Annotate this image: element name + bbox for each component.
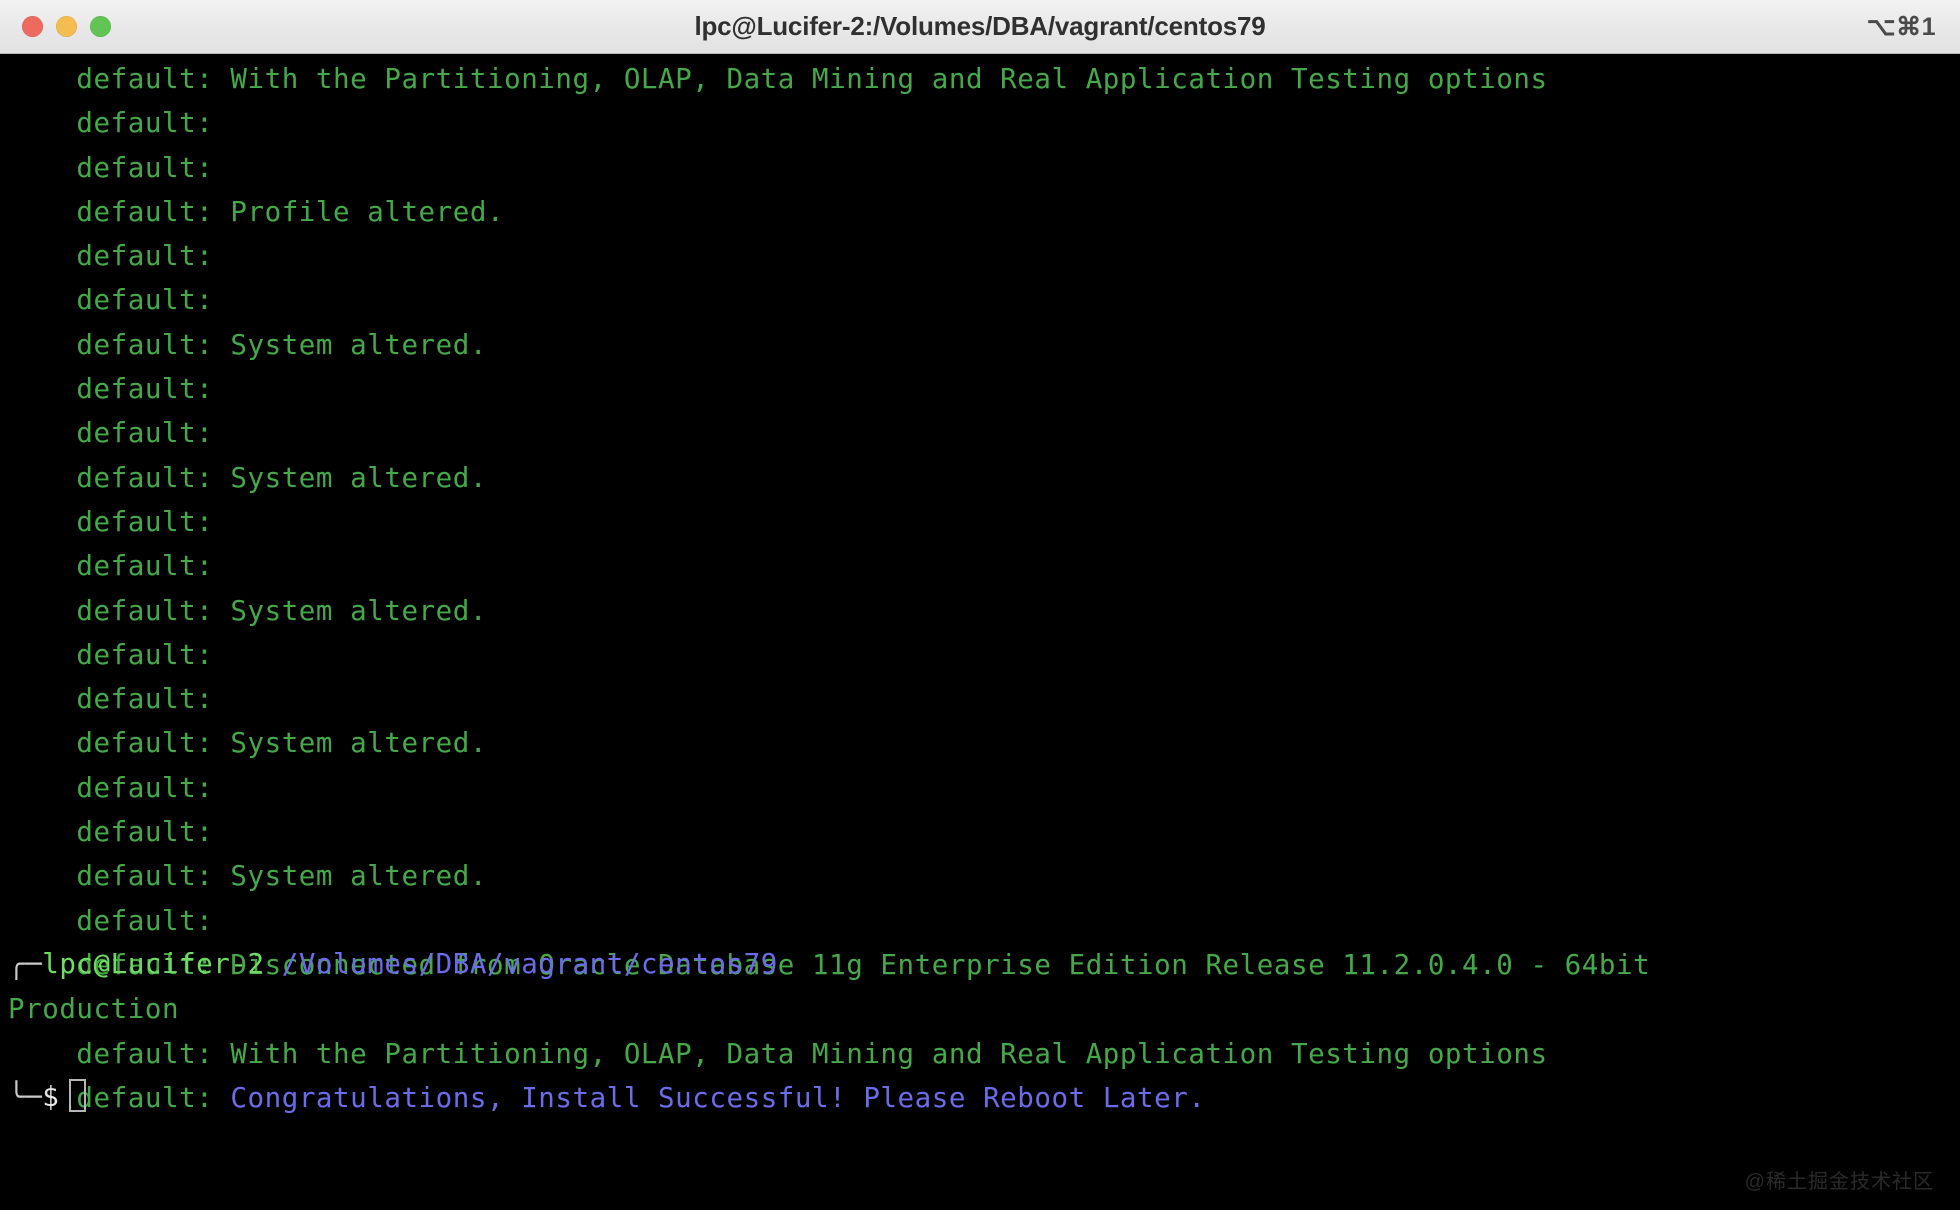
keyboard-shortcut-indicator: ⌥⌘1 [1866, 12, 1936, 41]
terminal-line: default: [8, 683, 214, 716]
prompt-top-rule-icon: ╭─ [8, 948, 43, 981]
prompt-path: /Volumes/DBA/vagrant/centos79 [281, 948, 778, 981]
terminal-output-area[interactable]: default: With the Partitioning, OLAP, Da… [0, 54, 1960, 1210]
terminal-line: default: System altered. [8, 727, 487, 760]
close-button[interactable] [22, 16, 43, 37]
terminal-line: default: With the Partitioning, OLAP, Da… [8, 63, 1548, 95]
prompt-line-top: ╭─lpc@Lucifer-2 /Volumes/DBA/vagrant/cen… [8, 942, 778, 986]
terminal-line: default: [8, 240, 214, 273]
terminal-window: lpc@Lucifer-2:/Volumes/DBA/vagrant/cento… [0, 0, 1960, 1210]
prompt-user-host: lpc@Lucifer-2 [42, 948, 265, 981]
window-titlebar: lpc@Lucifer-2:/Volumes/DBA/vagrant/cento… [0, 0, 1960, 54]
terminal-line: default: [8, 771, 214, 804]
terminal-line: default: [8, 284, 214, 317]
prompt-symbol: $ [42, 1081, 60, 1114]
text-cursor[interactable] [69, 1079, 87, 1113]
zoom-button[interactable] [90, 16, 111, 37]
prompt-line-bottom: ╰─$ [8, 1075, 778, 1119]
terminal-line: default: [8, 816, 214, 849]
terminal-line: default: [8, 107, 214, 140]
terminal-line: default: [8, 151, 214, 184]
prompt-path-spacer [265, 948, 282, 980]
terminal-line: default: [8, 505, 214, 538]
traffic-lights-group [0, 16, 111, 37]
shell-prompt: ╭─lpc@Lucifer-2 /Volumes/DBA/vagrant/cen… [8, 854, 778, 1208]
terminal-line: default: [8, 417, 214, 450]
terminal-line: default: [8, 638, 214, 671]
terminal-line: default: [8, 550, 214, 583]
window-title: lpc@Lucifer-2:/Volumes/DBA/vagrant/cento… [694, 11, 1266, 41]
terminal-line: default: [8, 373, 214, 406]
terminal-line: default: System altered. [8, 461, 487, 494]
watermark: @稀土掘金技术社区 [1744, 1171, 1934, 1193]
prompt-bottom-rule-icon: ╰─ [8, 1081, 43, 1114]
terminal-line: default: System altered. [8, 328, 487, 361]
terminal-line: default: Profile altered. [8, 195, 505, 228]
terminal-line: default: System altered. [8, 594, 487, 627]
minimize-button[interactable] [56, 16, 77, 37]
